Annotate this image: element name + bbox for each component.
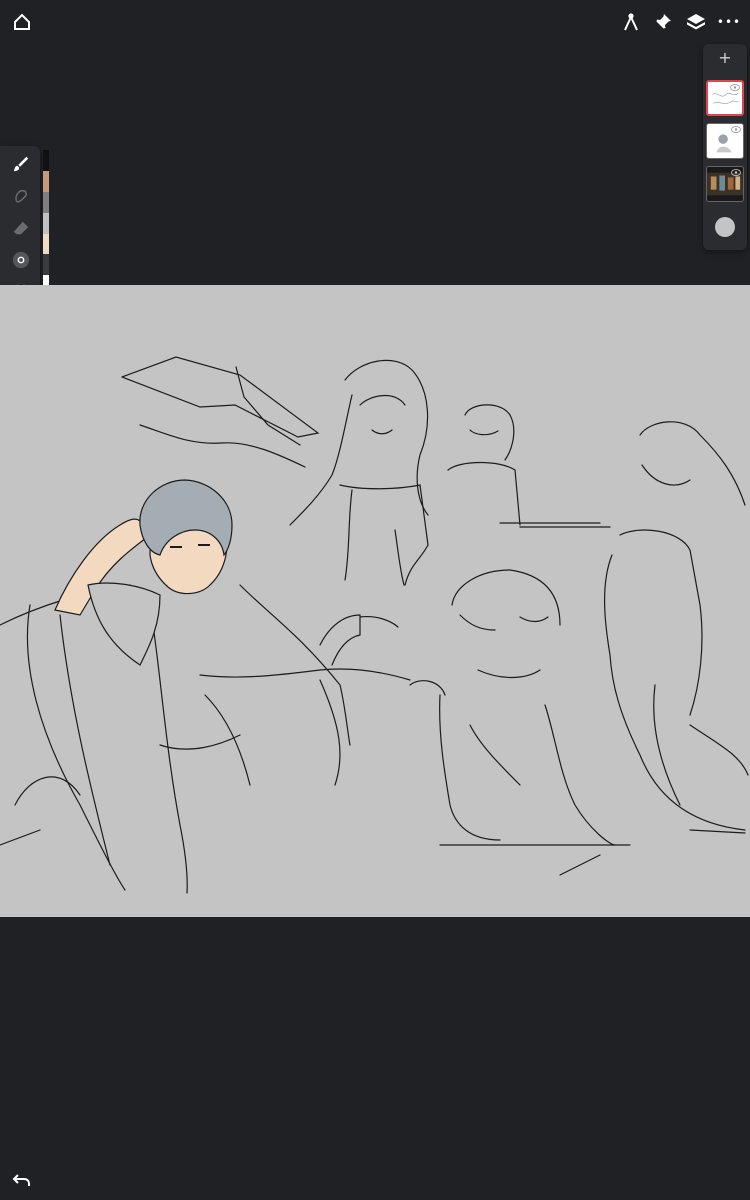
- color-swatch-3[interactable]: [43, 212, 49, 234]
- color-swatch-4[interactable]: [43, 233, 49, 255]
- drawing-canvas[interactable]: [0, 285, 750, 917]
- undo-icon[interactable]: [9, 1167, 35, 1193]
- visibility-eye-icon[interactable]: [731, 126, 741, 133]
- brush-icon[interactable]: [8, 151, 34, 177]
- color-swatch-2[interactable]: [43, 191, 49, 213]
- add-layer-button[interactable]: +: [703, 48, 747, 67]
- visibility-eye-icon[interactable]: [731, 169, 741, 176]
- brush-size-icon[interactable]: [8, 247, 34, 273]
- color-swatch-0[interactable]: [43, 150, 49, 171]
- background-color-swatch[interactable]: [715, 217, 735, 237]
- more-icon[interactable]: •••: [715, 9, 743, 35]
- layer-thumb-reference-photo[interactable]: [706, 166, 744, 202]
- pin-icon[interactable]: [650, 9, 676, 35]
- layer-thumb-lineart[interactable]: [706, 80, 744, 116]
- home-icon[interactable]: [9, 9, 35, 35]
- layer-thumb-color-sketch[interactable]: [706, 123, 744, 159]
- more-glyph: •••: [716, 15, 742, 29]
- color-swatch-1[interactable]: [43, 170, 49, 192]
- colored-character: [54, 479, 233, 666]
- layers-icon[interactable]: [683, 9, 709, 35]
- layers-panel: +: [703, 44, 747, 250]
- ruler-compass-icon[interactable]: [618, 9, 644, 35]
- visibility-eye-icon[interactable]: [730, 84, 740, 91]
- smudge-icon[interactable]: [8, 183, 34, 209]
- eraser-icon[interactable]: [8, 215, 34, 241]
- color-swatch-5[interactable]: [43, 254, 49, 276]
